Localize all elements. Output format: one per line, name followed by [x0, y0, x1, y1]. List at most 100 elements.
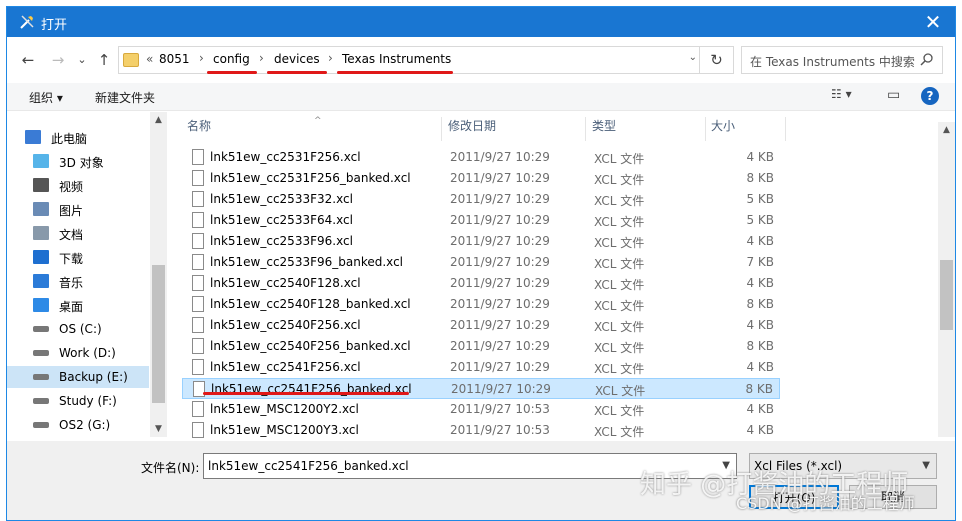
back-icon[interactable]: ←	[17, 49, 39, 71]
forward-icon[interactable]: →	[47, 49, 69, 71]
column-header-type[interactable]: 类型	[592, 117, 616, 141]
column-header-date[interactable]: 修改日期	[448, 117, 496, 141]
address-bar[interactable]: « 8051 › config › devices › Texas Instru…	[118, 46, 734, 74]
nav-item[interactable]: 3D 对象	[7, 150, 149, 172]
file-size: 8 KB	[745, 382, 773, 396]
sort-ascending-icon: ^	[314, 116, 322, 126]
nav-item[interactable]: 此电脑	[7, 126, 149, 148]
file-type: XCL 文件	[595, 384, 646, 398]
file-row[interactable]: lnk51ew_cc2533F96_banked.xcl 2011/9/27 10…	[182, 252, 780, 273]
file-row[interactable]: lnk51ew_MSC1200Y3.xcl 2011/9/27 10:53 XCL …	[182, 420, 780, 441]
search-box[interactable]: 在 Texas Instruments 中搜索	[741, 46, 943, 74]
file-row[interactable]: lnk51ew_cc2541F256_banked.xcl 2011/9/27 1…	[182, 378, 780, 399]
file-row[interactable]: lnk51ew_MSC1200Y2.xcl 2011/9/27 10:53 XCL …	[182, 399, 780, 420]
view-options-icon[interactable]: ☷ ▾	[831, 87, 852, 101]
scroll-up-icon[interactable]: ▲	[938, 122, 955, 138]
preview-pane-icon[interactable]: ▭	[887, 87, 900, 103]
nav-scrollbar[interactable]: ▲ ▼	[150, 112, 167, 437]
nav-item[interactable]: Study (F:)	[7, 390, 149, 412]
file-icon	[192, 422, 204, 438]
file-name: lnk51ew_cc2540F256.xcl	[210, 318, 361, 332]
nav-item-label: OS (C:)	[59, 322, 102, 336]
breadcrumb-8051[interactable]: 8051	[159, 52, 190, 66]
nav-item[interactable]: OS (C:)	[7, 318, 149, 340]
file-row[interactable]: lnk51ew_cc2541F256.xcl 2011/9/27 10:29 XCL…	[182, 357, 780, 378]
nav-item[interactable]: Backup (E:)	[7, 366, 149, 388]
file-name: lnk51ew_cc2531F256_banked.xcl	[210, 171, 411, 185]
organize-button[interactable]: 组织 ▾	[29, 89, 63, 106]
search-icon[interactable]	[920, 52, 934, 66]
file-row[interactable]: lnk51ew_cc2533F64.xcl 2011/9/27 10:29 XCL …	[182, 210, 780, 231]
file-type: XCL 文件	[594, 257, 645, 271]
breadcrumb-config[interactable]: config	[213, 52, 250, 66]
file-date: 2011/9/27 10:29	[450, 276, 550, 290]
column-separator[interactable]	[585, 117, 586, 141]
file-name: lnk51ew_cc2533F64.xcl	[210, 213, 353, 227]
file-row[interactable]: lnk51ew_cc2531F256_banked.xcl 2011/9/27 1…	[182, 168, 780, 189]
nav-item[interactable]: 文档	[7, 222, 149, 244]
file-icon	[192, 149, 204, 165]
nav-item[interactable]: 桌面	[7, 294, 149, 316]
nav-item[interactable]: 音乐	[7, 270, 149, 292]
file-name: lnk51ew_MSC1200Y3.xcl	[210, 423, 359, 437]
computer-icon	[25, 130, 41, 144]
breadcrumb-separator[interactable]: ›	[328, 51, 333, 65]
file-row[interactable]: lnk51ew_cc2531F256.xcl 2011/9/27 10:29 XCL…	[182, 147, 780, 168]
column-separator[interactable]	[705, 117, 706, 141]
close-button[interactable]: ✕	[911, 7, 955, 37]
address-dropdown-icon[interactable]: ⌄	[689, 52, 697, 63]
filter-dropdown-icon[interactable]: ▼	[922, 460, 930, 471]
drive-icon	[33, 326, 49, 332]
nav-item[interactable]: 图片	[7, 198, 149, 220]
column-separator[interactable]	[785, 117, 786, 141]
file-row[interactable]: lnk51ew_cc2540F128.xcl 2011/9/27 10:29 XCL…	[182, 273, 780, 294]
file-row[interactable]: lnk51ew_cc2540F256.xcl 2011/9/27 10:29 XCL…	[182, 315, 780, 336]
nav-item-label: 文档	[59, 228, 84, 242]
file-row[interactable]: lnk51ew_cc2533F96.xcl 2011/9/27 10:29 XCL …	[182, 231, 780, 252]
file-date: 2011/9/27 10:53	[450, 423, 550, 437]
file-row[interactable]: lnk51ew_cc2533F32.xcl 2011/9/27 10:29 XCL …	[182, 189, 780, 210]
breadcrumb-texas-instruments[interactable]: Texas Instruments	[342, 52, 451, 66]
file-size: 8 KB	[746, 339, 774, 353]
file-date: 2011/9/27 10:29	[450, 234, 550, 248]
nav-item-label: 此电脑	[51, 132, 88, 146]
file-icon	[192, 317, 204, 333]
file-list-scrollbar[interactable]: ▲	[938, 122, 955, 437]
refresh-icon[interactable]: ↻	[699, 47, 733, 73]
drive-icon	[33, 422, 49, 428]
file-size: 8 KB	[746, 171, 774, 185]
nav-item[interactable]: 下载	[7, 246, 149, 268]
file-row[interactable]: lnk51ew_cc2540F128_banked.xcl 2011/9/27 1…	[182, 294, 780, 315]
help-icon[interactable]: ?	[921, 87, 939, 105]
annotation-underline	[267, 71, 327, 74]
scroll-up-icon[interactable]: ▲	[150, 112, 167, 128]
file-row[interactable]: lnk51ew_cc2540F256_banked.xcl 2011/9/27 1…	[182, 336, 780, 357]
nav-scroll-thumb[interactable]	[152, 265, 165, 403]
recent-locations-icon[interactable]: ⌄	[71, 49, 93, 71]
column-header-size[interactable]: 大小	[711, 117, 735, 141]
breadcrumb-separator[interactable]: ›	[199, 51, 204, 65]
new-folder-button[interactable]: 新建文件夹	[95, 89, 155, 106]
file-list-scroll-thumb[interactable]	[940, 260, 953, 330]
annotation-underline	[207, 71, 257, 74]
nav-item[interactable]: OS2 (G:)	[7, 414, 149, 436]
file-size: 8 KB	[746, 297, 774, 311]
nav-item[interactable]: 视频	[7, 174, 149, 196]
breadcrumb-devices[interactable]: devices	[274, 52, 320, 66]
breadcrumb-overflow[interactable]: «	[146, 52, 153, 66]
file-type: XCL 文件	[594, 404, 645, 418]
annotation-underline	[337, 71, 453, 74]
breadcrumb-separator[interactable]: ›	[259, 51, 264, 65]
column-header-name[interactable]: 名称 ^	[187, 116, 322, 141]
file-icon	[192, 212, 204, 228]
open-file-dialog: 打开 ✕ ← → ⌄ ↑ « 8051 › config › devices ›…	[6, 6, 956, 521]
nav-item[interactable]: Work (D:)	[7, 342, 149, 364]
up-folder-icon[interactable]: ↑	[93, 49, 115, 71]
scroll-down-icon[interactable]: ▼	[150, 421, 167, 437]
csdn-watermark: CSDN @打酱油的工程师	[736, 494, 915, 513]
file-date: 2011/9/27 10:29	[450, 339, 550, 353]
file-icon	[192, 359, 204, 375]
file-type: XCL 文件	[594, 215, 645, 229]
column-separator[interactable]	[441, 117, 442, 141]
file-type: XCL 文件	[594, 341, 645, 355]
